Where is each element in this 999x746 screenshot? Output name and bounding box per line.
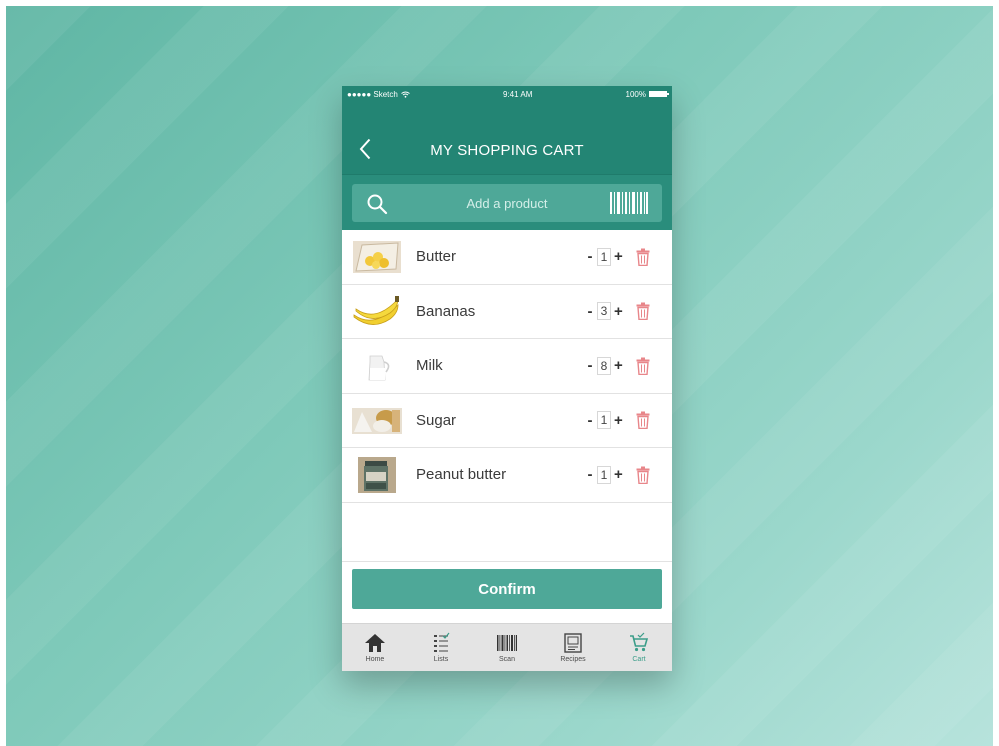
quantity-stepper: - 1 + — [586, 247, 623, 266]
tab-label: Scan — [499, 656, 515, 663]
tab-recipes[interactable]: Recipes — [540, 624, 606, 671]
tab-label: Home — [365, 656, 385, 663]
cart-item: Bananas - 3 + — [342, 285, 672, 339]
item-name: Sugar — [416, 411, 457, 429]
search-bar: Add a product — [342, 174, 672, 230]
cart-item: Milk - 8 + — [342, 339, 672, 394]
battery-icon — [648, 91, 669, 97]
quantity-stepper: - 8 + — [586, 356, 623, 375]
tab-cart[interactable]: Cart — [606, 624, 672, 671]
search-icon — [367, 194, 388, 215]
quantity-value[interactable]: 1 — [597, 465, 611, 484]
cart-icon — [630, 632, 649, 652]
sugar-image — [352, 408, 402, 435]
list-icon — [434, 632, 450, 652]
trash-icon[interactable] — [636, 411, 650, 430]
trash-icon[interactable] — [636, 466, 650, 484]
battery-percent: 100% — [625, 89, 646, 99]
trash-icon[interactable] — [636, 357, 650, 375]
tab-home[interactable]: Home — [342, 624, 408, 671]
quantity-value[interactable]: 1 — [597, 247, 611, 266]
wifi-icon — [401, 91, 410, 98]
tab-bar: Home Lists Scan Recipes Cart — [342, 623, 672, 671]
cart-item: Sugar - 1 + — [342, 394, 672, 448]
quantity-stepper: - 1 + — [586, 411, 623, 430]
clock: 9:41 AM — [503, 89, 533, 99]
increment-button[interactable]: + — [614, 303, 623, 320]
item-name: Bananas — [416, 302, 476, 320]
quantity-value[interactable]: 8 — [597, 356, 611, 375]
increment-button[interactable]: + — [614, 466, 623, 483]
item-name: Peanut butter — [416, 466, 507, 484]
decrement-button[interactable]: - — [586, 412, 594, 429]
milk-image — [368, 355, 390, 381]
trash-icon[interactable] — [636, 248, 650, 266]
peanut-butter-image — [358, 456, 396, 493]
increment-button[interactable]: + — [614, 357, 623, 374]
item-name: Milk — [416, 357, 443, 375]
cart-list: Butter - 1 + Bananas - 3 + Milk - 8 + Su… — [342, 230, 672, 503]
quantity-stepper: - 3 + — [586, 302, 623, 321]
recipe-book-icon — [564, 633, 582, 653]
nav-bar: MY SHOPPING CART — [342, 102, 672, 174]
status-bar: ●●●●● Sketch 9:41 AM 100% — [342, 86, 672, 102]
decrement-button[interactable]: - — [586, 248, 594, 265]
bananas-image — [353, 296, 399, 326]
add-product-input[interactable]: Add a product — [352, 184, 662, 222]
phone-screen: ●●●●● Sketch 9:41 AM 100% MY SHOPPING CA… — [342, 86, 672, 671]
quantity-stepper: - 1 + — [586, 465, 623, 484]
home-icon — [365, 634, 385, 652]
divider — [342, 561, 672, 562]
confirm-section: Confirm — [342, 561, 672, 621]
decrement-button[interactable]: - — [586, 466, 594, 483]
tab-label: Cart — [632, 656, 646, 663]
cart-item: Peanut butter - 1 + — [342, 448, 672, 503]
decrement-button[interactable]: - — [586, 357, 594, 374]
barcode-icon — [497, 635, 517, 651]
item-name: Butter — [416, 248, 457, 266]
cart-item: Butter - 1 + — [342, 230, 672, 285]
confirm-button[interactable]: Confirm — [352, 569, 662, 609]
increment-button[interactable]: + — [614, 412, 623, 429]
carrier-label: ●●●●● Sketch — [347, 89, 398, 99]
barcode-scan-icon[interactable] — [610, 192, 648, 214]
increment-button[interactable]: + — [614, 248, 623, 265]
tab-lists[interactable]: Lists — [408, 624, 474, 671]
decrement-button[interactable]: - — [586, 303, 594, 320]
quantity-value[interactable]: 3 — [597, 302, 611, 321]
page-title: MY SHOPPING CART — [430, 142, 584, 159]
tab-scan[interactable]: Scan — [474, 624, 540, 671]
butter-image — [353, 240, 401, 273]
tab-label: Lists — [433, 656, 449, 663]
quantity-value[interactable]: 1 — [597, 411, 611, 430]
trash-icon[interactable] — [636, 302, 650, 321]
tab-label: Recipes — [560, 656, 586, 663]
